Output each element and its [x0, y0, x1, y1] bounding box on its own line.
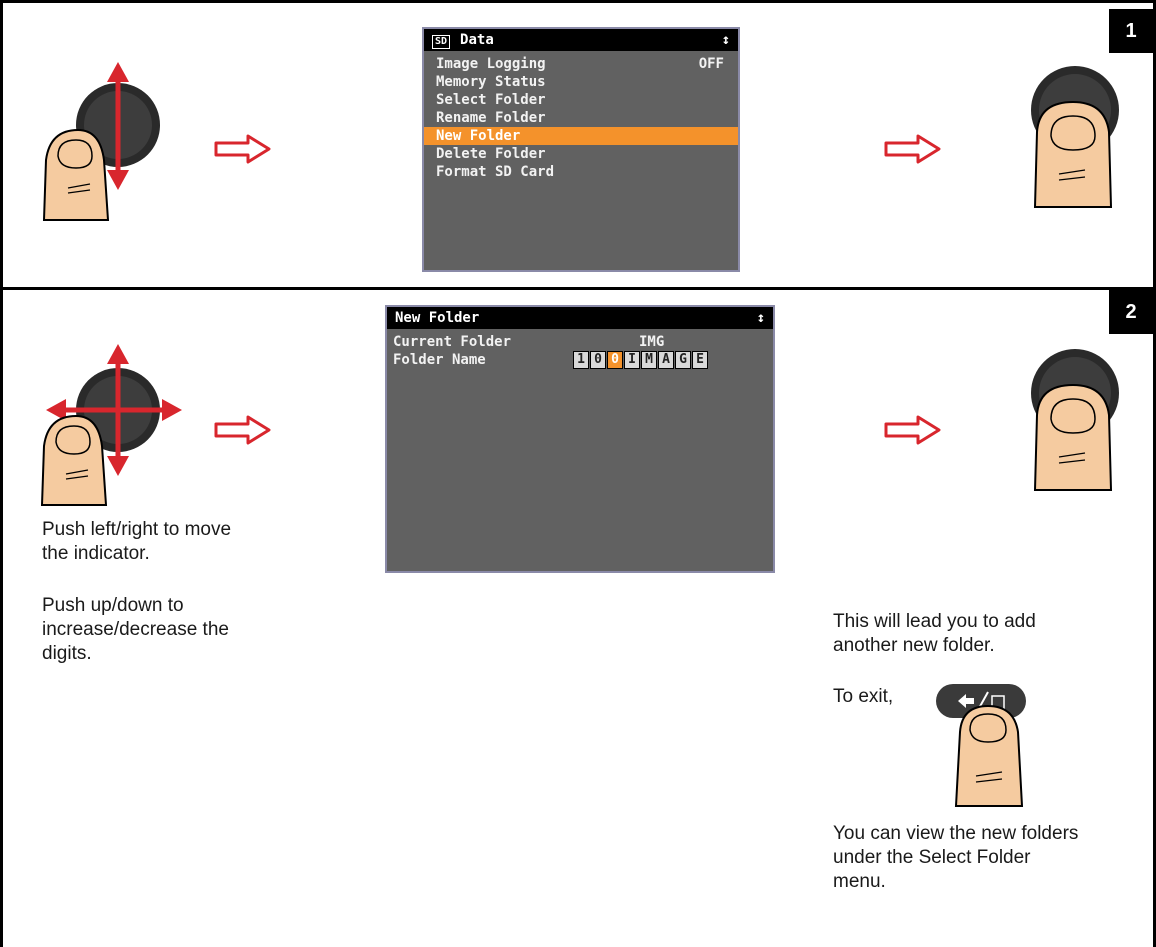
folder-name-char[interactable]: A: [658, 351, 674, 369]
joystick-four-way-icon: [40, 344, 182, 506]
hollow-right-arrow-icon: [214, 415, 271, 445]
data-menu-screen: SD Data ↕ Image Logging OFF Memory Status …: [422, 27, 740, 272]
current-folder-row: Current Folder IMG: [393, 333, 773, 351]
hollow-right-arrow-icon: [884, 415, 941, 445]
hollow-right-arrow-icon: [214, 134, 271, 164]
back-exit-key-icon: [936, 684, 1026, 807]
menu-item-image-logging[interactable]: Image Logging OFF: [424, 55, 738, 73]
menu-item-delete-folder[interactable]: Delete Folder: [424, 145, 738, 163]
view-folders-text: You can view the new folders under the S…: [833, 823, 1079, 892]
scroll-arrows-icon: ↕: [756, 310, 765, 326]
step-2-badge: 2: [1109, 290, 1153, 334]
screen-header: New Folder ↕: [387, 307, 773, 329]
move-indicator-text: Push left/right to move the indicator.: [42, 519, 232, 564]
data-menu-list: Image Logging OFF Memory Status Select Fo…: [424, 55, 738, 181]
add-folder-text: This will lead you to add another new fo…: [833, 611, 1036, 656]
screen-header: SD Data ↕: [424, 29, 738, 51]
current-folder-label: Current Folder: [393, 334, 512, 350]
folder-name-label: Folder Name: [393, 352, 486, 368]
scroll-arrows-icon: ↕: [721, 32, 730, 48]
folder-name-char[interactable]: 0: [590, 351, 606, 369]
folder-name-char[interactable]: 1: [573, 351, 589, 369]
folder-name-char[interactable]: E: [692, 351, 708, 369]
folder-name-editor[interactable]: 100IMAGE: [573, 351, 709, 369]
joystick-updown-icon: [42, 62, 160, 221]
screen-title: Data: [460, 31, 494, 48]
hollow-right-arrow-icon: [884, 134, 941, 164]
folder-name-row: Folder Name 100IMAGE: [393, 351, 773, 369]
folder-name-char[interactable]: G: [675, 351, 691, 369]
menu-item-memory-status[interactable]: Memory Status: [424, 73, 738, 91]
current-folder-value: IMG: [639, 334, 665, 350]
menu-item-format-sd-card[interactable]: Format SD Card: [424, 163, 738, 181]
screen-title: New Folder: [395, 310, 480, 326]
folder-name-char[interactable]: M: [641, 351, 657, 369]
change-digits-text: Push up/down to increase/decrease the di…: [42, 595, 229, 664]
folder-name-char[interactable]: I: [624, 351, 640, 369]
folder-name-char[interactable]: 0: [607, 351, 623, 369]
sd-card-icon: SD: [432, 34, 451, 49]
joystick-press-icon: [1031, 349, 1119, 491]
menu-item-rename-folder[interactable]: Rename Folder: [424, 109, 738, 127]
menu-item-new-folder[interactable]: New Folder: [424, 127, 738, 145]
joystick-press-icon: [1031, 66, 1119, 208]
image-logging-value: OFF: [698, 56, 724, 72]
new-folder-screen: New Folder ↕ Current Folder IMG Folder N…: [385, 305, 775, 573]
step-1-badge: 1: [1109, 9, 1153, 53]
menu-item-select-folder[interactable]: Select Folder: [424, 91, 738, 109]
